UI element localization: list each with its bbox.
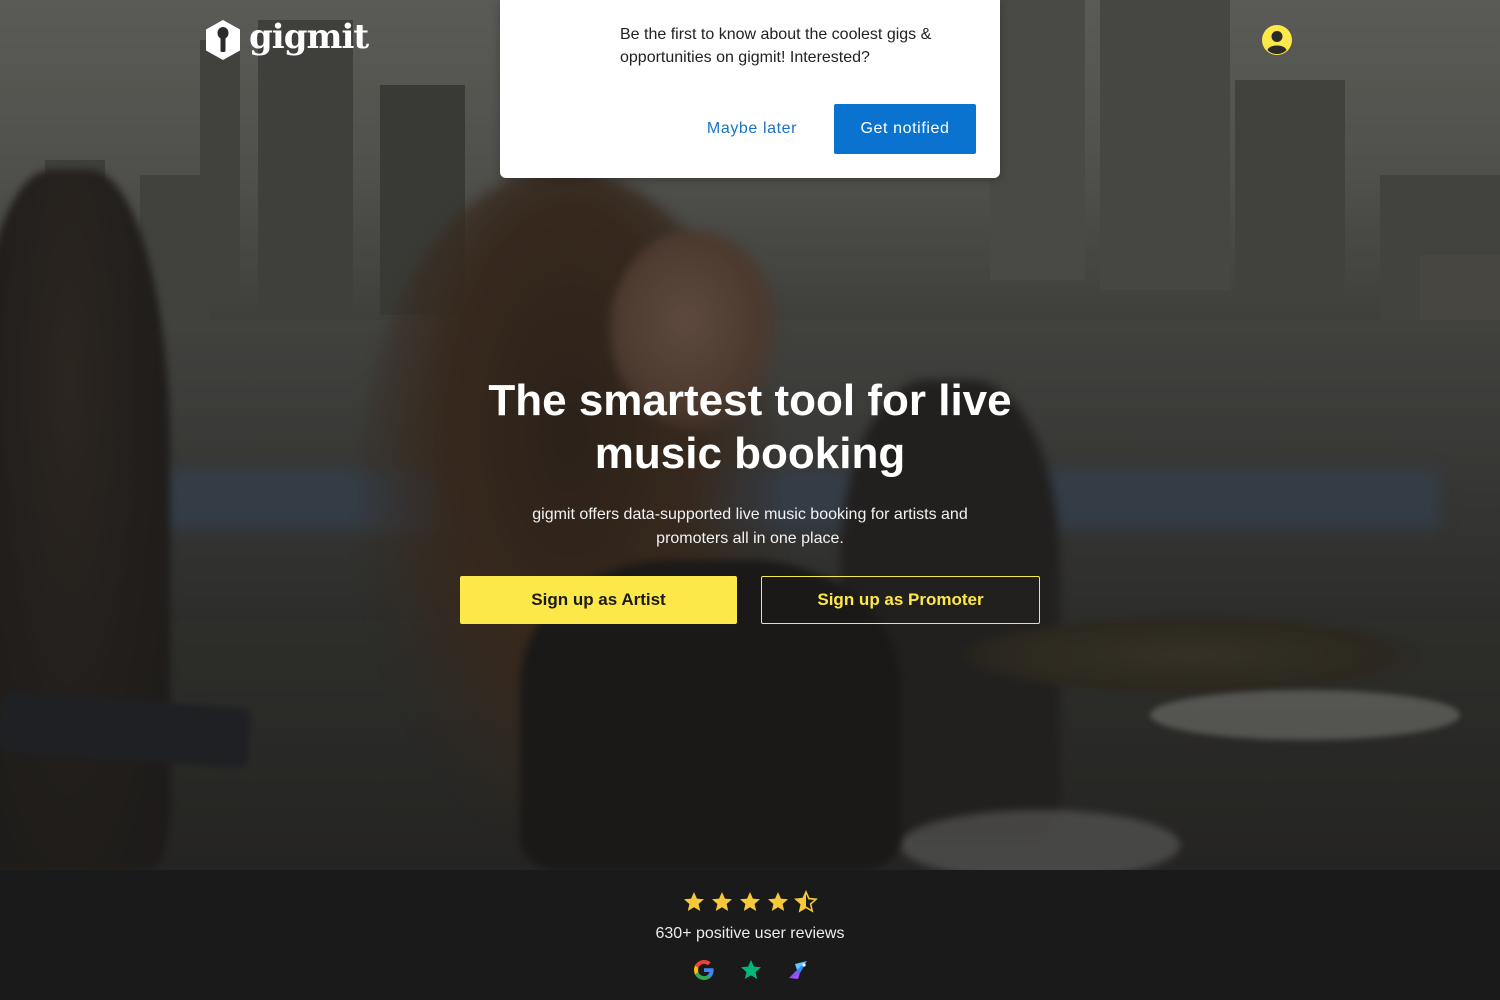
capterra-icon [789, 961, 807, 979]
half-star-icon [794, 890, 818, 913]
get-notified-button[interactable]: Get notified [834, 104, 976, 154]
star-icon [712, 892, 732, 911]
brand-name: gigmit [249, 17, 369, 57]
notification-message: Be the first to know about the coolest g… [620, 26, 932, 66]
star-icon [768, 892, 788, 911]
sign-up-artist-button[interactable]: Sign up as Artist [460, 576, 737, 624]
review-sources [690, 956, 812, 984]
google-icon [694, 960, 714, 980]
google-reviews-link[interactable] [690, 956, 718, 984]
star-icon [740, 892, 760, 911]
notification-prompt: Be the first to know about the coolest g… [500, 0, 1000, 178]
user-circle-icon [1262, 25, 1292, 55]
brand-logo[interactable]: gigmit [205, 17, 369, 61]
star-icon [684, 892, 704, 911]
capterra-reviews-link[interactable] [784, 956, 812, 984]
account-button[interactable] [1261, 24, 1293, 56]
star-rating [682, 890, 822, 916]
hero-subtitle: gigmit offers data-supported live music … [532, 506, 968, 547]
microphone-icon [206, 20, 240, 60]
trustpilot-star-icon [741, 960, 761, 979]
sign-up-promoter-button[interactable]: Sign up as Promoter [761, 576, 1040, 624]
maybe-later-button[interactable]: Maybe later [690, 104, 814, 154]
reviews-count-label: 630+ positive user reviews [655, 925, 845, 942]
hero-title: The smartest tool for live music booking [488, 376, 1012, 478]
trustpilot-reviews-link[interactable] [737, 956, 765, 984]
